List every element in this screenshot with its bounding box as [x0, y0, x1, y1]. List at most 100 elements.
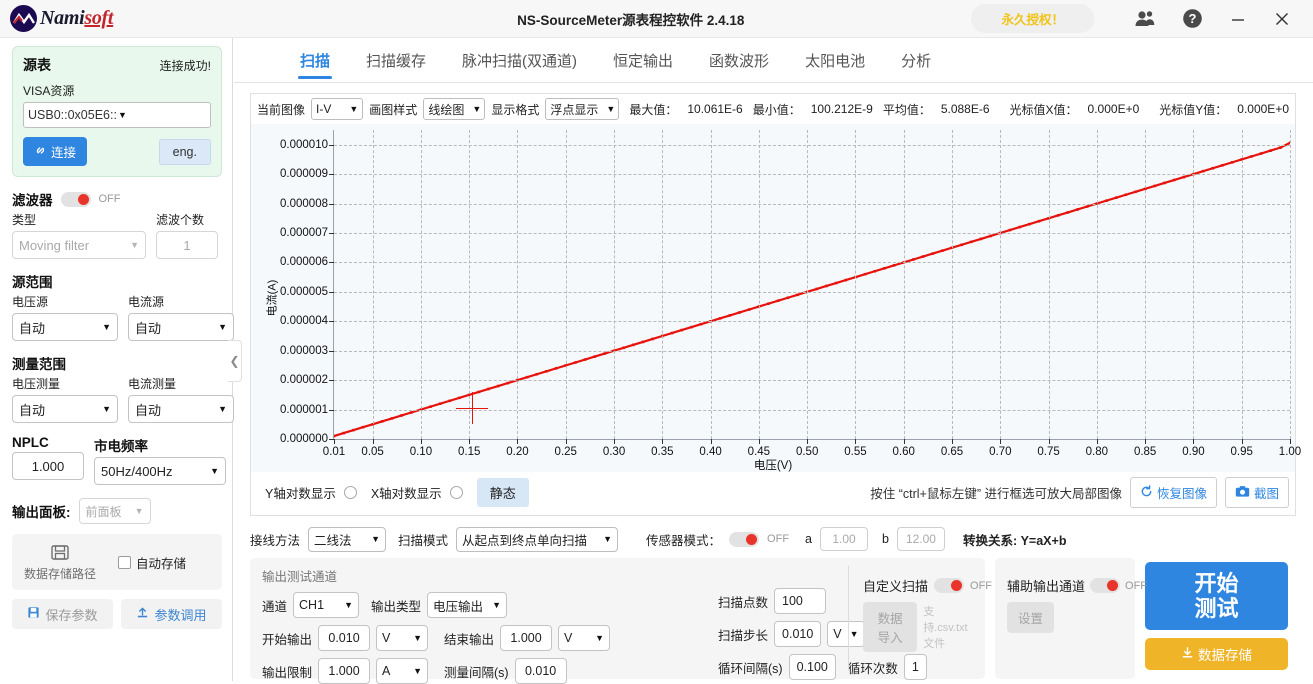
load-params-label: 参数调用: [154, 607, 207, 623]
filter-title: 滤波器: [12, 193, 53, 208]
auto-store-checkbox[interactable]: [118, 555, 132, 569]
line-frequency-select[interactable]: 50Hz/400Hz ▼: [94, 457, 226, 485]
nplc-input[interactable]: 1.000: [12, 452, 84, 480]
sidebar-collapse-handle[interactable]: ❮: [228, 340, 242, 382]
data-point: [738, 311, 741, 314]
data-point: [1018, 225, 1021, 229]
filter-toggle[interactable]: [60, 191, 91, 207]
scan-mode-select[interactable]: 从起点到终点单向扫描 ▼: [456, 526, 619, 552]
tab-constant-output[interactable]: 恒定输出: [595, 38, 691, 83]
save-data-button[interactable]: 数据存储: [1145, 638, 1288, 670]
scan-points-label: 扫描点数: [718, 595, 769, 610]
wiring-method-select[interactable]: 二线法 ▼: [308, 526, 387, 552]
data-point: [496, 384, 500, 388]
source-voltage-label: 电压源: [12, 295, 49, 309]
output-type-select[interactable]: 电压输出 ▼: [427, 592, 508, 618]
data-point: [334, 434, 336, 438]
grid-line-horizontal: [334, 409, 1290, 411]
screenshot-button[interactable]: 截图: [1224, 477, 1289, 508]
scan-points-input[interactable]: 100: [774, 588, 827, 614]
grid-line-horizontal: [334, 380, 1290, 382]
custom-scan-header: 自定义扫描 OFF: [863, 576, 992, 595]
license-badge[interactable]: 永久授权！: [971, 4, 1094, 33]
filter-count-input[interactable]: 1: [156, 231, 218, 259]
page-title: NS-SourceMeter源表程控软件 2.4.18: [517, 12, 745, 28]
plot-area[interactable]: 0.000000 0.000001 0.000002 0.000003 0.000004…: [280, 130, 1301, 458]
data-point: [979, 237, 983, 241]
data-point: [1027, 222, 1031, 226]
load-params-button[interactable]: 参数调用: [121, 599, 222, 629]
grid-line-vertical: [614, 130, 616, 439]
filter-type-value: Moving filter: [19, 237, 90, 253]
sensor-mode-toggle[interactable]: [729, 531, 760, 547]
avg-value-label: 平均值：: [882, 102, 931, 117]
scan-step-input[interactable]: 0.010: [774, 621, 822, 647]
end-output-input[interactable]: 1.000: [500, 625, 553, 651]
measure-current-select[interactable]: 自动 ▼: [128, 395, 234, 423]
tab-pulse-scan[interactable]: 脉冲扫描(双通道): [444, 38, 595, 83]
start-test-button[interactable]: 开始 测试: [1145, 562, 1288, 630]
coefficient-a-input[interactable]: 1.00: [820, 527, 868, 551]
tab-function-waveform[interactable]: 函数波形: [691, 38, 787, 83]
aux-output-toggle[interactable]: [1090, 578, 1121, 593]
data-point: [1105, 199, 1108, 202]
data-storage-path-button[interactable]: 数据存储路径: [24, 542, 96, 582]
data-point: [1259, 152, 1263, 155]
data-point: [689, 325, 693, 329]
save-disk-icon: [49, 542, 71, 565]
language-toggle-button[interactable]: eng.: [158, 138, 211, 165]
data-line-svg: [334, 141, 1290, 438]
output-limit-input[interactable]: 1.000: [318, 658, 371, 684]
save-params-button[interactable]: 保存参数: [12, 599, 113, 629]
channel-select[interactable]: CH1 ▼: [293, 592, 360, 618]
end-output-unit-select[interactable]: V ▼: [558, 625, 611, 651]
users-icon[interactable]: [1134, 10, 1156, 28]
x-log-radio[interactable]: [449, 486, 463, 499]
measure-interval-input[interactable]: 0.010: [514, 658, 567, 684]
source-voltage-select[interactable]: 自动 ▼: [12, 313, 118, 341]
visa-resource-select[interactable]: USB0::0x05E6::0x2602::432 ▼: [23, 102, 211, 128]
start-output-input[interactable]: 0.010: [318, 625, 371, 651]
x-axis-label: 电压(V): [753, 460, 793, 472]
cycle-interval-input[interactable]: 0.100: [788, 654, 836, 680]
static-mode-button[interactable]: 静态: [476, 478, 529, 507]
coefficient-b-input[interactable]: 12.00: [896, 527, 945, 551]
cursor-horizontal-line[interactable]: [456, 407, 489, 409]
help-icon[interactable]: ?: [1182, 8, 1203, 29]
floppy-icon: [27, 606, 40, 622]
restore-image-button[interactable]: 恢复图像: [1129, 477, 1217, 508]
main-content: 扫描 扫描缓存 脉冲扫描(双通道) 恒定输出 函数波形 太阳电池 分析 当前图像…: [234, 38, 1313, 684]
grid-line-horizontal: [334, 174, 1290, 176]
output-limit-label: 输出限制: [262, 665, 313, 680]
x-axis-tick-mark: [903, 439, 905, 444]
scan-mode-value: 从起点到终点单向扫描: [462, 533, 588, 548]
start-output-unit-select[interactable]: V ▼: [376, 625, 429, 651]
aux-settings-button[interactable]: 设置: [1007, 602, 1055, 633]
tab-solar-cell[interactable]: 太阳电池: [787, 38, 883, 83]
chevron-down-icon: ▼: [606, 104, 616, 114]
measure-voltage-select[interactable]: 自动 ▼: [12, 395, 118, 423]
current-image-select[interactable]: I-V ▼: [311, 98, 364, 120]
close-icon[interactable]: [1273, 10, 1291, 28]
filter-type-select[interactable]: Moving filter ▼: [12, 231, 146, 259]
y-log-radio[interactable]: [343, 486, 357, 499]
output-panel-select[interactable]: 前面板 ▼: [78, 498, 151, 524]
application-window: Namisoft NS-SourceMeter源表程控软件 2.4.18 永久授…: [0, 0, 1313, 684]
tab-analysis[interactable]: 分析: [883, 38, 949, 83]
connect-button[interactable]: 连接: [23, 137, 88, 166]
source-current-select[interactable]: 自动 ▼: [128, 313, 234, 341]
minimize-icon[interactable]: [1229, 10, 1247, 28]
display-format-select[interactable]: 浮点显示 ▼: [545, 98, 620, 120]
data-import-button[interactable]: 数据导入: [863, 602, 918, 652]
auto-store-row[interactable]: 自动存储: [118, 553, 186, 572]
custom-scan-toggle[interactable]: [934, 578, 965, 593]
output-limit-unit-select[interactable]: A ▼: [376, 658, 429, 684]
chevron-down-icon: ▼: [210, 466, 219, 476]
tab-scan-buffer[interactable]: 扫描缓存: [348, 38, 444, 83]
y-axis-tick: 0.000009: [280, 168, 334, 180]
tab-scan[interactable]: 扫描: [282, 38, 348, 83]
plot-style-select[interactable]: 线绘图 ▼: [423, 98, 486, 120]
download-icon: [1181, 646, 1194, 662]
min-value: 100.212E-9: [810, 102, 873, 116]
window-controls: ?: [1134, 8, 1291, 29]
